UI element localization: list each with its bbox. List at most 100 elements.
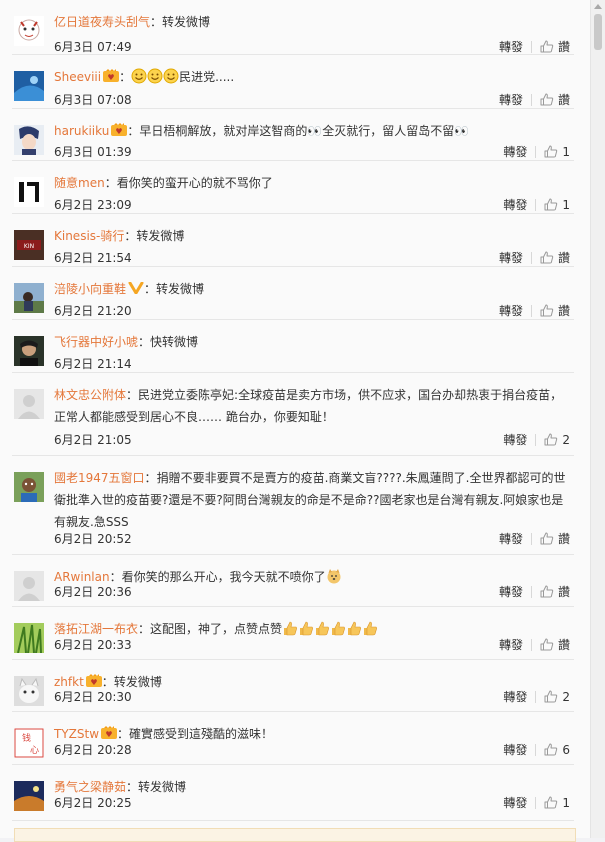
comment-body: Kinesis-骑行：转发微博 — [54, 225, 570, 247]
like-button[interactable]: 讚 — [540, 302, 570, 319]
like-button[interactable]: 2 — [544, 433, 570, 447]
avatar[interactable] — [14, 472, 44, 502]
avatar[interactable] — [14, 676, 44, 706]
repost-button[interactable]: 轉發 — [503, 741, 527, 758]
comment-text: 转发微博 — [138, 780, 187, 794]
repost-button[interactable]: 轉發 — [503, 431, 527, 448]
username-link[interactable]: 飞行器中好小唬 — [54, 335, 138, 349]
comment-item: 随意men：看你笑的蛮开心的就不骂你了 6月2日 23:09 轉發 1 — [0, 161, 590, 214]
repost-button[interactable]: 轉發 — [503, 143, 527, 160]
avatar[interactable] — [14, 623, 44, 653]
like-button[interactable]: 讚 — [540, 530, 570, 547]
scroll-thumb[interactable] — [594, 14, 602, 50]
username-link[interactable]: Kinesis-骑行 — [54, 229, 124, 243]
thumbs-up-icon — [544, 690, 558, 703]
separator: ： — [117, 727, 130, 741]
like-button[interactable]: 1 — [544, 198, 570, 212]
like-button[interactable]: 讚 — [540, 249, 570, 266]
separator: ： — [138, 335, 151, 349]
username-link[interactable]: 涪陵小向重鞋 — [54, 282, 126, 296]
timestamp: 6月3日 07:08 — [54, 93, 132, 107]
avatar[interactable] — [14, 389, 44, 419]
timestamp: 6月2日 20:33 — [54, 638, 132, 652]
username-link[interactable]: 亿日道夜寿头刮气 — [54, 15, 150, 29]
divider — [530, 585, 532, 598]
username-link[interactable]: 落拓江湖一布衣 — [54, 622, 138, 636]
like-count: 讚 — [557, 638, 570, 652]
avatar[interactable]: KIN — [14, 230, 44, 260]
thumbs-up-icon — [540, 532, 554, 545]
comment-panel: 亿日道夜寿头刮气：转发微博 6月3日 07:49 轉發讚 Sheeviii ♥：民进党.… — [0, 0, 590, 842]
separator: ： — [144, 282, 157, 296]
repost-button[interactable]: 轉發 — [499, 38, 523, 55]
username-link[interactable]: ARwinlan — [54, 570, 110, 584]
comment-item: 亿日道夜寿头刮气：转发微博 6月3日 07:49 轉發 讚 — [0, 0, 590, 55]
repost-button[interactable]: 轉發 — [503, 794, 527, 811]
like-button[interactable]: 讚 — [540, 38, 570, 55]
comment-actions: 轉發 讚 — [499, 249, 570, 266]
comment-item: Sheeviii ♥ ： 民进党..... 6月3日 07:08 轉發 讚 — [0, 55, 590, 109]
username-link[interactable]: 林文忠公附体 — [54, 388, 126, 402]
username-link[interactable]: zhfkt — [54, 675, 84, 689]
comment-text: 快转微博 — [150, 335, 199, 349]
comment-text: 转发微博 — [113, 675, 162, 689]
repost-button[interactable]: 轉發 — [503, 196, 527, 213]
repost-button[interactable]: 轉發 — [499, 530, 523, 547]
comment-item: 勇气之梁静茹：转发微博 6月2日 20:25 轉發 1 — [0, 765, 590, 821]
like-button[interactable]: 讚 — [540, 636, 570, 653]
like-count: 1 — [562, 144, 570, 159]
separator: ： — [104, 176, 117, 190]
timestamp: 6月2日 23:09 — [54, 198, 132, 212]
svg-text:♥: ♥ — [108, 73, 115, 82]
username-link[interactable]: Sheeviii — [54, 70, 101, 84]
svg-text:心: 心 — [30, 745, 39, 756]
username-link[interactable]: 國老1947五窗口 — [54, 471, 145, 485]
comment-text: 看你笑的蛮开心的就不骂你了 — [116, 176, 273, 190]
repost-button[interactable]: 轉發 — [499, 636, 523, 653]
username-link[interactable]: 随意men — [54, 176, 105, 190]
separator: ： — [101, 675, 114, 689]
avatar[interactable] — [14, 71, 44, 101]
avatar[interactable] — [14, 781, 44, 811]
like-button[interactable]: 讚 — [540, 91, 570, 108]
like-button[interactable]: 2 — [544, 690, 570, 704]
timestamp: 6月2日 20:36 — [54, 585, 132, 599]
comment-body: 亿日道夜寿头刮气：转发微博 — [54, 11, 570, 33]
comment-actions: 轉發 1 — [503, 794, 570, 811]
comment-body: 林文忠公附体：民进党立委陈亭妃:全球疫苗是卖方市场，供不应求，国台办却热衷于捐台… — [54, 384, 570, 428]
thumbs-up-emoji-icon — [284, 621, 298, 636]
like-button[interactable]: 1 — [544, 145, 570, 159]
avatar[interactable] — [14, 283, 44, 313]
smile-emoji-icon — [131, 68, 147, 84]
repost-button[interactable]: 轉發 — [499, 583, 523, 600]
divider — [535, 198, 537, 211]
avatar[interactable] — [14, 336, 44, 366]
avatar[interactable] — [14, 571, 44, 601]
repost-button[interactable]: 轉發 — [499, 91, 523, 108]
avatar[interactable] — [14, 16, 44, 46]
username-link[interactable]: 勇气之梁静茹 — [54, 780, 126, 794]
avatar[interactable] — [14, 125, 44, 155]
thumbs-up-icon — [540, 93, 554, 106]
like-button[interactable]: 讚 — [540, 583, 570, 600]
separator: ： — [126, 780, 139, 794]
like-count: 1 — [562, 795, 570, 810]
scroll-up-arrow-icon[interactable] — [594, 4, 602, 9]
repost-button[interactable]: 轉發 — [499, 302, 523, 319]
repost-button[interactable]: 轉發 — [503, 688, 527, 705]
smile-emoji-icon — [147, 68, 163, 84]
username-link[interactable]: TYZStw — [54, 727, 99, 741]
avatar[interactable]: 钱心 — [14, 728, 44, 758]
comment-item: 钱心 TYZStw ♥ ：確實感受到這殘酷的滋味！ 6月2日 20:28 轉發 6 — [0, 712, 590, 765]
thumbs-up-icon — [544, 796, 558, 809]
like-button[interactable]: 1 — [544, 796, 570, 810]
username-link[interactable]: harukiiku — [54, 124, 109, 138]
avatar[interactable] — [14, 177, 44, 207]
scrollbar[interactable] — [590, 0, 605, 838]
divider — [535, 743, 537, 756]
divider — [530, 251, 532, 264]
repost-button[interactable]: 轉發 — [499, 249, 523, 266]
like-count: 6 — [562, 742, 570, 757]
like-button[interactable]: 6 — [544, 743, 570, 757]
comment-actions: 轉發 讚 — [499, 302, 570, 319]
